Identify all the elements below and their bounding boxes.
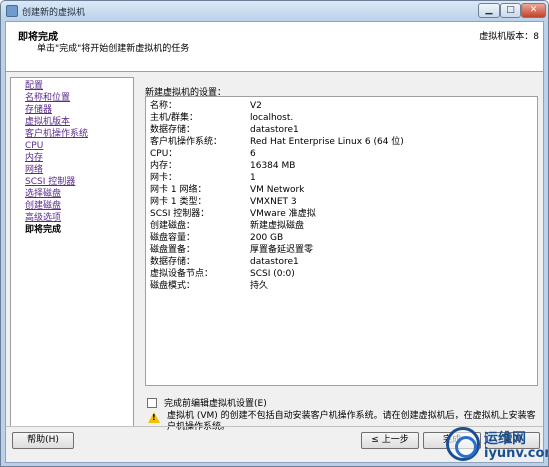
setting-key: 名称： [150,101,178,111]
setting-row: 数据存储： datastore1 [150,256,537,268]
edit-settings-checkbox[interactable] [147,397,157,408]
nav-item-name-location[interactable]: 名称和位置 [25,92,133,104]
setting-row: 磁盘模式： 持久 [150,280,537,292]
setting-value: SCSI (0:0) [250,269,295,279]
wizard-window: 创建新的虚拟机 ▁ □ ✕ 即将完成 单击"完成"将开始创建新虚拟机的任务 虚拟… [0,0,549,467]
setting-value: 1 [250,173,256,183]
setting-key: 网卡： [150,173,178,183]
nav-item-memory[interactable]: 内存 [25,152,133,164]
vm-version-label: 虚拟机版本：8 [479,32,539,42]
setting-row: 磁盘置备： 厚置备延迟置零 [150,244,537,256]
wizard-header: 即将完成 单击"完成"将开始创建新虚拟机的任务 虚拟机版本：8 [6,22,543,72]
setting-row: 创建磁盘： 新建虚拟磁盘 [150,220,537,232]
setting-key: 网卡 1 网络： [150,185,207,195]
setting-key: SCSI 控制器： [150,209,210,219]
edit-settings-option[interactable]: 完成前编辑虚拟机设置(E) [147,396,267,409]
settings-summary: 名称： V2 主机/群集： localhost. 数据存储： datastore1 客… [145,96,538,386]
setting-key: 磁盘置备： [150,245,196,255]
maximize-button[interactable]: □ [500,3,521,18]
nav-item-scsi-controller[interactable]: SCSI 控制器 [25,176,133,188]
nav-item-cpu[interactable]: CPU [25,140,133,152]
watermark: 运维网 iyunv.com [446,427,548,465]
wizard-dialog: 即将完成 单击"完成"将开始创建新虚拟机的任务 虚拟机版本：8 配置 名称和位置… [5,21,544,463]
nav-item-storage[interactable]: 存储器 [25,104,133,116]
setting-row: SCSI 控制器： VMware 准虚拟 [150,208,537,220]
setting-value: 厚置备延迟置零 [250,245,314,255]
setting-key: 数据存储： [150,125,196,135]
setting-key: 数据存储： [150,257,196,267]
nav-item-config[interactable]: 配置 [25,80,133,92]
minimize-button[interactable]: ▁ [478,3,500,18]
setting-key: 网卡 1 类型： [150,197,207,207]
setting-value: Red Hat Enterprise Linux 6 (64 位) [250,137,404,147]
setting-key: 主机/群集： [150,113,199,123]
setting-value: localhost. [250,113,294,123]
setting-value: 新建虚拟磁盘 [250,221,305,231]
watermark-cn: 运维网 [484,431,526,447]
setting-row: 数据存储： datastore1 [150,124,537,136]
nav-item-advanced-options[interactable]: 高级选项 [25,212,133,224]
setting-row: 客户机操作系统： Red Hat Enterprise Linux 6 (64 位… [150,136,537,148]
setting-key: 创建磁盘： [150,221,196,231]
title-bar[interactable]: 创建新的虚拟机 ▁ □ ✕ [1,1,548,21]
wizard-steps-nav: 配置 名称和位置 存储器 虚拟机版本 客户机操作系统 CPU 内存 网络 SCS… [10,77,134,427]
app-icon [6,5,18,17]
nav-item-ready-to-complete: 即将完成 [25,225,62,235]
nav-item-vm-version[interactable]: 虚拟机版本 [25,116,133,128]
setting-value: datastore1 [250,125,299,135]
setting-key: 虚拟设备节点： [150,269,214,279]
setting-row: CPU： 6 [150,148,537,160]
setting-value: V2 [250,101,262,111]
setting-key: 磁盘模式： [150,281,196,291]
nav-item-create-disk[interactable]: 创建磁盘 [25,200,133,212]
back-button[interactable]: ≤ 上一步 [361,432,419,449]
setting-row: 主机/群集： localhost. [150,112,537,124]
watermark-en: iyunv.com [484,446,548,461]
setting-key: 客户机操作系统： [150,137,223,147]
nav-item-guest-os[interactable]: 客户机操作系统 [25,128,133,140]
setting-row: 磁盘容量： 200 GB [150,232,537,244]
page-subtitle: 单击"完成"将开始创建新虚拟机的任务 [37,44,190,54]
setting-value: datastore1 [250,257,299,267]
setting-value: VMXNET 3 [250,197,297,207]
setting-row: 网卡 1 类型： VMXNET 3 [150,196,537,208]
setting-value: VM Network [250,185,305,195]
setting-key: 内存： [150,161,178,171]
setting-value: 16384 MB [250,161,296,171]
setting-key: CPU： [150,149,178,159]
setting-value: 200 GB [250,233,284,243]
edit-settings-label: 完成前编辑虚拟机设置(E) [164,399,267,409]
setting-value: VMware 准虚拟 [250,209,316,219]
window-title: 创建新的虚拟机 [22,8,86,18]
setting-row: 虚拟设备节点： SCSI (0:0) [150,268,537,280]
warning-icon: ! [148,412,160,423]
setting-row: 名称： V2 [150,100,537,112]
watermark-logo-icon [446,427,480,461]
close-button[interactable]: ✕ [521,3,546,18]
setting-key: 磁盘容量： [150,233,196,243]
nav-item-select-disk[interactable]: 选择磁盘 [25,188,133,200]
help-button[interactable]: 帮助(H) [12,432,74,449]
nav-item-network[interactable]: 网络 [25,164,133,176]
setting-row: 网卡 1 网络： VM Network [150,184,537,196]
setting-row: 网卡： 1 [150,172,537,184]
setting-value: 持久 [250,281,269,291]
setting-row: 内存： 16384 MB [150,160,537,172]
setting-value: 6 [250,149,256,159]
